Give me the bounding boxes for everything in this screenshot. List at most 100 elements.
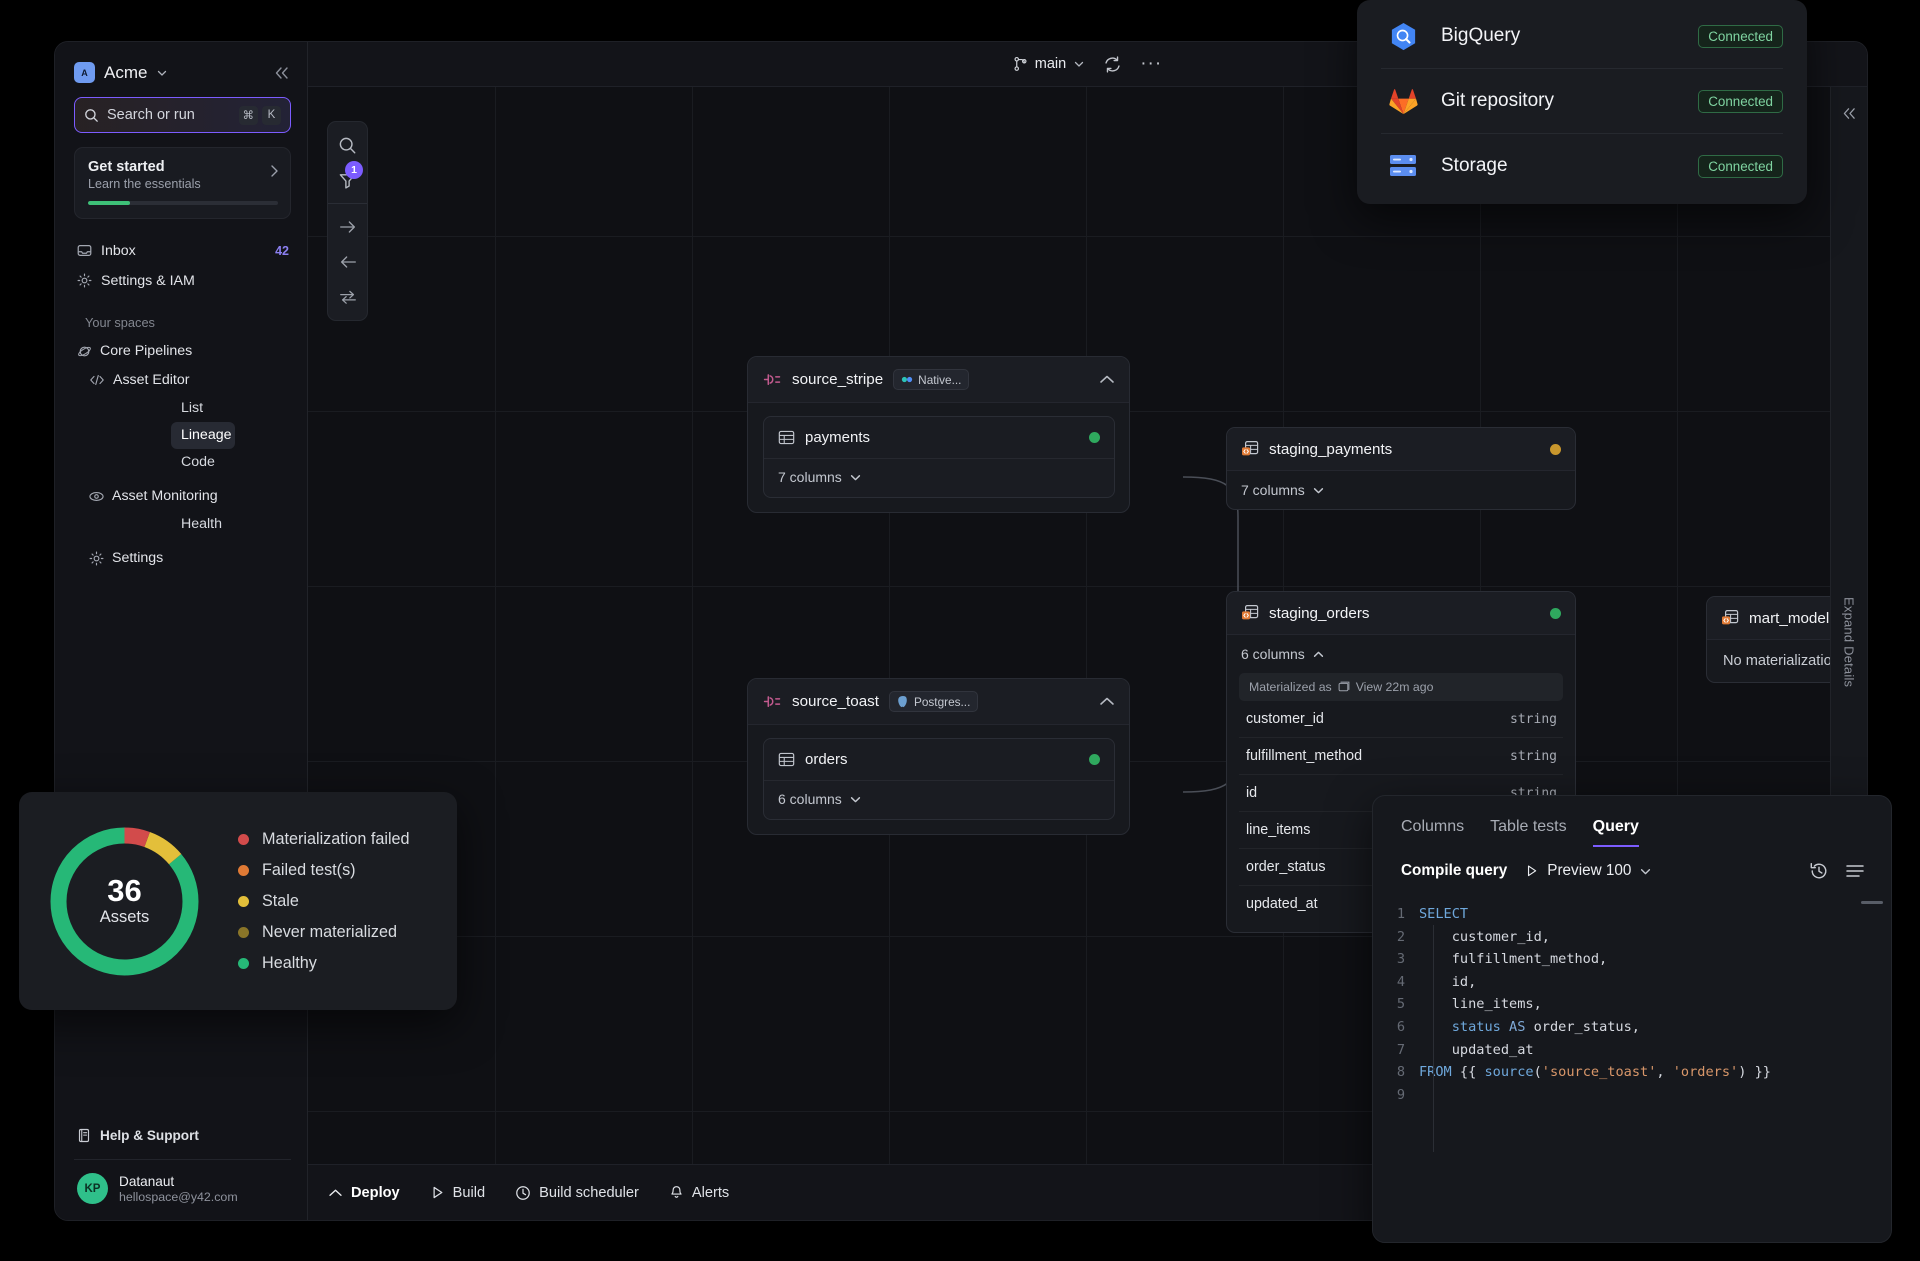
connections-panel: BigQuery Connected Git repository Connec… [1357,0,1807,204]
arrow-right-icon[interactable] [328,209,367,244]
code-text: id, [1419,971,1476,994]
sidebar-item-asset-monitoring[interactable]: Asset Monitoring [81,482,297,511]
inbox-icon [77,243,92,258]
sidebar-item-health[interactable]: Health [171,511,297,538]
build-button[interactable]: Build [430,1185,485,1201]
node-header[interactable]: staging_orders [1227,592,1575,635]
column-name: fulfillment_method [1246,748,1362,764]
search-icon[interactable] [328,128,367,163]
chevron-down-icon [1639,865,1652,878]
node-header[interactable]: source_toast Postgres... [748,679,1129,725]
connection-row-storage[interactable]: Storage Connected [1357,134,1807,198]
sidebar-item-asset-editor[interactable]: Asset Editor [81,366,297,395]
column-row[interactable]: customer_id string [1239,701,1563,738]
legend-item[interactable]: Stale [238,892,410,911]
planet-icon [77,344,92,359]
sidebar-item-list[interactable]: List [171,395,297,422]
legend-item[interactable]: Never materialized [238,923,410,942]
sidebar-item-core-pipelines[interactable]: Core Pipelines [69,337,297,366]
org-switcher[interactable]: A Acme [55,42,307,95]
history-icon[interactable] [1809,861,1829,881]
sidebar-collapse-icon[interactable] [273,66,291,80]
sidebar-item-code[interactable]: Code [171,449,297,476]
tab-table-tests[interactable]: Table tests [1490,818,1566,847]
legend-item[interactable]: Materialization failed [238,830,410,849]
table-name: payments [805,429,870,446]
arrow-left-icon[interactable] [328,244,367,279]
column-name: order_status [1246,859,1325,875]
legend-label: Healthy [262,954,317,973]
gear-icon [77,273,92,288]
chevron-up-icon[interactable] [1099,374,1115,385]
build-scheduler-button[interactable]: Build scheduler [515,1185,639,1201]
chevrons-left-icon[interactable] [1841,107,1858,120]
status-dot [1550,444,1561,455]
preview-button[interactable]: Preview 100 [1525,862,1652,880]
legend-item[interactable]: Healthy [238,954,410,973]
deploy-label: Deploy [351,1185,400,1201]
get-started-progress-fill [88,201,130,205]
table-row[interactable]: orders [764,739,1114,780]
sidebar-item-inbox[interactable]: Inbox 42 [69,236,297,266]
tab-query[interactable]: Query [1593,818,1639,847]
sidebar: A Acme Search or run ⌘ K Get started Lea… [55,42,308,1220]
columns-label: 6 columns [778,791,842,807]
branch-selector[interactable]: main [1013,56,1085,72]
materialization-info: Materialized as View 22m ago [1239,673,1563,701]
column-row[interactable]: fulfillment_method string [1239,738,1563,775]
connection-row-git[interactable]: Git repository Connected [1357,69,1807,133]
deploy-button[interactable]: Deploy [328,1185,400,1201]
filter-icon[interactable]: 1 [328,163,367,198]
search-placeholder: Search or run [107,107,231,123]
node-header[interactable]: source_stripe Native... [748,357,1129,403]
columns-toggle[interactable]: 6 columns [1227,635,1575,673]
storage-icon [1387,150,1419,182]
sql-editor[interactable]: 1 SELECT 2 customer_id, 3 fulfillment_me… [1373,895,1891,1242]
kbd-cmd: ⌘ [239,106,259,125]
git-branch-icon [1013,56,1028,72]
materialized-view-value: View 22m ago [1356,680,1434,694]
help-and-support-button[interactable]: Help & Support [69,1120,293,1150]
editor-scrollbar[interactable] [1861,901,1883,904]
query-panel-tabs: Columns Table tests Query [1373,796,1891,847]
model-icon [1721,609,1739,627]
user-profile[interactable]: KP Datanaut hellospace@y42.com [55,1169,307,1204]
node-body: orders 6 columns [748,725,1129,834]
node-staging-payments[interactable]: staging_payments 7 columns [1226,427,1576,510]
chevron-right-icon [270,164,279,178]
sidebar-item-lineage[interactable]: Lineage [171,422,235,449]
code-line: 4 id, [1373,971,1891,994]
get-started-card[interactable]: Get started Learn the essentials [74,147,291,219]
search-input[interactable]: Search or run ⌘ K [74,97,291,133]
connection-row-bigquery[interactable]: BigQuery Connected [1357,4,1807,68]
refresh-icon[interactable] [1103,55,1122,74]
assets-unit: Assets [100,908,150,927]
columns-toggle[interactable]: 7 columns [1227,471,1575,509]
tab-columns[interactable]: Columns [1401,818,1464,847]
alerts-button[interactable]: Alerts [669,1185,729,1201]
book-icon [77,1128,91,1143]
node-source-toast[interactable]: source_toast Postgres... [747,678,1130,835]
user-name: Datanaut [119,1174,238,1189]
columns-toggle[interactable]: 7 columns [764,458,1114,497]
legend-item[interactable]: Failed test(s) [238,861,410,880]
table-row[interactable]: payments [764,417,1114,458]
node-source-stripe[interactable]: source_stripe Native... [747,356,1130,513]
line-number: 5 [1373,993,1419,1016]
sidebar-item-settings-iam[interactable]: Settings & IAM [69,266,297,296]
columns-toggle[interactable]: 6 columns [764,780,1114,819]
ellipsis-icon[interactable]: ··· [1140,58,1162,69]
table-icon [778,751,795,768]
table-card[interactable]: orders 6 columns [763,738,1115,820]
swap-icon[interactable] [328,279,367,314]
get-started-subtitle: Learn the essentials [88,177,278,191]
code-text: FROM {{ source('source_toast', 'orders')… [1419,1061,1771,1084]
list-icon[interactable] [1845,863,1865,879]
node-header[interactable]: staging_payments [1227,428,1575,471]
table-card[interactable]: payments 7 columns [763,416,1115,498]
chevron-up-icon[interactable] [1099,696,1115,707]
connection-name: BigQuery [1441,25,1520,47]
canvas-tool-rail: 1 [327,121,368,321]
compile-query-button[interactable]: Compile query [1401,862,1507,880]
sidebar-item-settings[interactable]: Settings [81,544,297,573]
